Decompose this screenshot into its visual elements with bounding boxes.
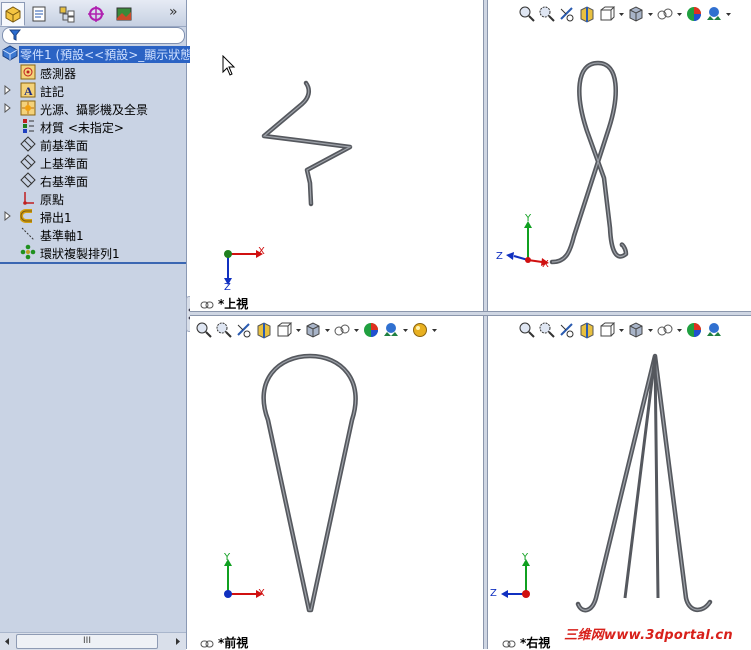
horizontal-scrollbar[interactable]: III xyxy=(0,632,186,650)
tree-item-label: 右基準面 xyxy=(40,175,89,189)
tree-item-label: 上基準面 xyxy=(40,157,89,171)
viewport-label-front[interactable]: *前視 xyxy=(200,634,248,649)
scroll-right-icon[interactable] xyxy=(174,637,182,646)
expand-arrow-icon[interactable] xyxy=(4,85,12,95)
svg-text:A: A xyxy=(24,84,33,98)
plane-icon xyxy=(20,154,36,170)
configurationmanager-tab[interactable] xyxy=(55,2,79,26)
circular-pattern-icon xyxy=(20,244,36,260)
axis-label-z: Z xyxy=(496,251,503,262)
tree-item-label: 掃出1 xyxy=(40,211,72,225)
annotation-icon: A xyxy=(20,82,36,98)
link-views-icon xyxy=(200,640,214,647)
tree-item-circular-pattern[interactable]: 環狀複製排列1 xyxy=(0,243,186,261)
viewport-front-view[interactable]: Y X *前視 xyxy=(190,316,483,649)
tree-root-label: 零件1 (預設<<預設>_顯示狀態 xyxy=(19,46,194,63)
configurationmanager-tab-icon xyxy=(59,6,75,23)
part-icon xyxy=(2,45,18,61)
axis-label-z: Z xyxy=(490,588,497,599)
axis-label-x: X xyxy=(258,246,265,257)
viewport-isometric-view[interactable]: Y Z X xyxy=(488,0,751,311)
axis-label-x: X xyxy=(258,588,265,599)
material-icon xyxy=(23,119,34,133)
display-manager-tab-icon xyxy=(116,7,132,21)
tree-item-front-plane[interactable]: 前基準面 xyxy=(0,135,186,153)
axis-label-y: Y xyxy=(525,213,532,224)
tree-divider xyxy=(0,262,186,264)
dimxpert-tab-icon xyxy=(88,6,104,22)
axis-label-y: Y xyxy=(224,552,231,563)
featuremanager-tab-icon xyxy=(5,6,21,23)
tree-item-label: 原點 xyxy=(40,193,65,207)
viewport-right-view[interactable]: Y Z *右視 三维网www.3dportal.cn xyxy=(488,316,751,649)
scroll-thumb[interactable]: III xyxy=(16,634,158,649)
link-views-icon xyxy=(502,640,516,647)
tree-item-sweep[interactable]: 掃出1 xyxy=(0,207,186,225)
tree-item-label: 環狀複製排列1 xyxy=(40,247,120,261)
tree-item-material[interactable]: 材質 <未指定> xyxy=(0,117,186,135)
tree-item-origin[interactable]: 原點 xyxy=(0,189,186,207)
viewport-label-text: *右視 xyxy=(520,636,551,649)
plane-icon xyxy=(20,136,36,152)
tree-item-top-plane[interactable]: 上基準面 xyxy=(0,153,186,171)
dimxpert-tab[interactable] xyxy=(84,2,108,26)
link-views-icon xyxy=(200,301,214,308)
tree-item-label: 光源、攝影機及全景 xyxy=(40,103,149,117)
propertymanager-tab-icon xyxy=(32,6,46,22)
plane-icon xyxy=(20,172,36,188)
sensor-icon xyxy=(20,64,36,80)
tree-item-label: 感測器 xyxy=(40,67,77,81)
axis-label-y: Y xyxy=(522,552,529,563)
feature-tree: 零件1 (預設<<預設>_顯示狀態 感測器 A 註記 光源、攝影機及全景 材質 … xyxy=(0,44,194,262)
tree-filter-input[interactable] xyxy=(2,27,185,44)
tree-item-label: 註記 xyxy=(40,85,65,99)
watermark-text: 三维网www.3dportal.cn xyxy=(564,628,733,643)
tree-item-lights-cameras[interactable]: 光源、攝影機及全景 xyxy=(0,99,186,117)
manager-tabs: » xyxy=(0,0,186,27)
tree-item-label: 前基準面 xyxy=(40,139,89,153)
viewport-label-right[interactable]: *右視 xyxy=(502,634,550,649)
filter-icon xyxy=(9,29,21,41)
scroll-left-icon[interactable] xyxy=(3,637,11,646)
tree-item-axis[interactable]: 基準軸1 xyxy=(0,225,186,243)
tree-item-label: 基準軸1 xyxy=(40,229,84,243)
tree-item-sensors[interactable]: 感測器 xyxy=(0,63,186,81)
more-tabs-icon[interactable]: » xyxy=(169,4,178,20)
viewport-label-top[interactable]: *上視 xyxy=(200,295,248,311)
expand-arrow-icon[interactable] xyxy=(4,211,12,221)
axis-icon xyxy=(21,227,35,241)
origin-icon xyxy=(23,192,34,205)
tree-item-label: 材質 <未指定> xyxy=(40,121,124,135)
display-manager-tab[interactable] xyxy=(112,2,136,26)
featuremanager-panel: » 零件1 (預設<<預設>_顯示狀態 感測器 A 註記 光源、攝影機及全景 材… xyxy=(0,0,194,650)
viewport-label-text: *前視 xyxy=(218,636,249,649)
propertymanager-tab[interactable] xyxy=(27,2,51,26)
axis-label-z: Z xyxy=(224,282,231,293)
axis-label-x: X xyxy=(542,259,549,270)
tree-item-right-plane[interactable]: 右基準面 xyxy=(0,171,186,189)
tree-root-part[interactable]: 零件1 (預設<<預設>_顯示狀態 xyxy=(0,44,194,63)
viewport-label-text: *上視 xyxy=(218,297,249,311)
tree-item-annotations[interactable]: A 註記 xyxy=(0,81,186,99)
sweep-icon xyxy=(20,209,32,223)
lights-camera-icon xyxy=(20,100,36,116)
expand-arrow-icon[interactable] xyxy=(4,103,12,113)
featuremanager-tab[interactable] xyxy=(1,2,25,26)
viewport-top-view[interactable]: X Z *上視 xyxy=(190,0,483,311)
